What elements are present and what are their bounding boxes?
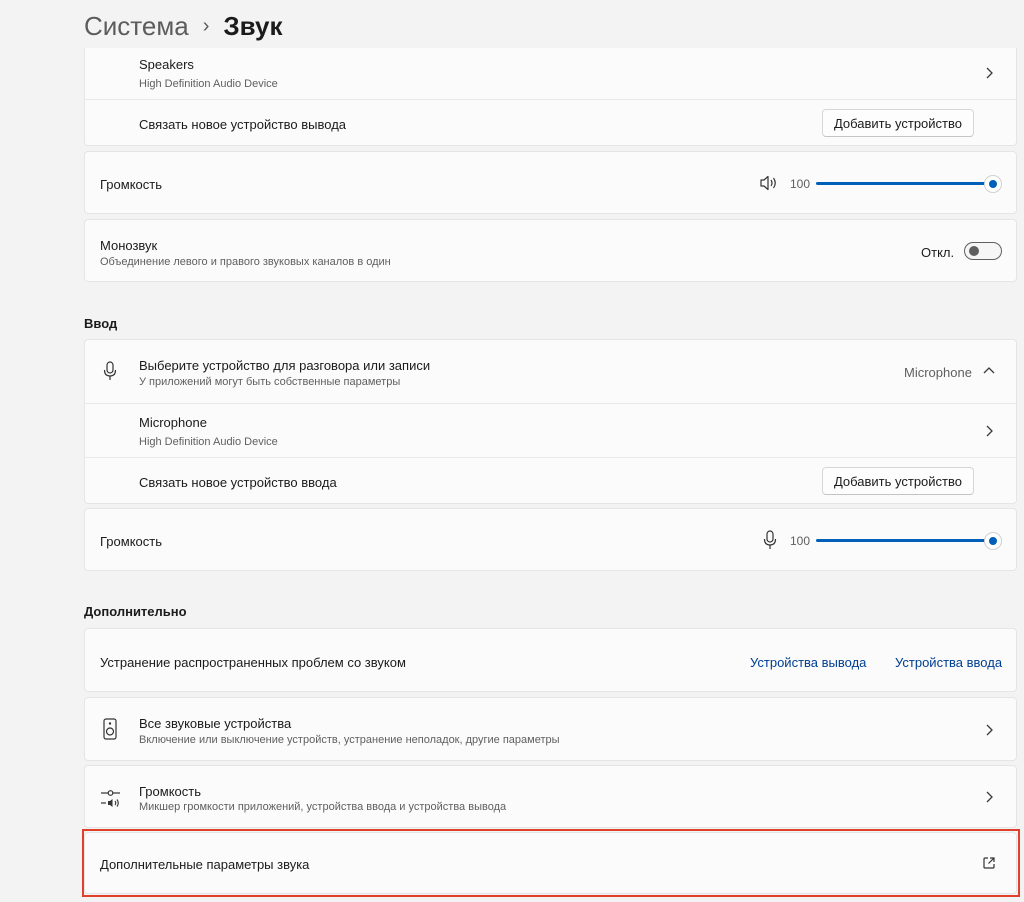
pair-input-row: Связать новое устройство ввода Добавить … (85, 457, 1016, 505)
input-section-title: Ввод (84, 316, 118, 331)
pair-output-row: Связать новое устройство вывода Добавить… (85, 99, 1016, 146)
volume-mixer-title: Громкость (139, 784, 201, 799)
output-device-speakers[interactable]: Speakers High Definition Audio Device (85, 48, 1016, 100)
pair-output-label: Связать новое устройство вывода (139, 117, 347, 132)
advanced-section-title: Дополнительно (84, 604, 187, 619)
open-external-icon (980, 854, 998, 872)
input-volume-track[interactable] (816, 539, 986, 542)
chevron-up-icon[interactable] (980, 362, 998, 380)
output-devices-link[interactable]: Устройства вывода (750, 655, 866, 670)
all-sound-devices-title: Все звуковые устройства (139, 716, 292, 731)
input-device-name: Microphone (139, 415, 207, 430)
input-volume-thumb[interactable] (984, 532, 1002, 550)
output-devices-card: Speakers High Definition Audio Device Св… (84, 48, 1017, 146)
output-volume-value: 100 (790, 177, 811, 191)
troubleshoot-card: Устранение распространенных проблем со з… (84, 628, 1017, 692)
output-device-name: Speakers (139, 57, 194, 72)
input-select-value: Microphone (904, 365, 972, 380)
chevron-right-icon (980, 788, 998, 806)
chevron-right-icon (980, 721, 998, 739)
input-volume-value: 100 (790, 534, 811, 548)
speaker-icon (759, 174, 779, 197)
input-devices-link[interactable]: Устройства ввода (895, 655, 1002, 670)
mono-audio-toggle[interactable] (964, 242, 1002, 260)
input-device-subtitle: High Definition Audio Device (139, 436, 278, 448)
chevron-right-icon (980, 422, 998, 440)
input-device-select-row[interactable]: Выберите устройство для разговора или за… (85, 340, 1016, 403)
mono-audio-subtitle: Объединение левого и правого звуковых ка… (100, 256, 391, 268)
input-select-title: Выберите устройство для разговора или за… (139, 358, 431, 373)
add-output-device-button[interactable]: Добавить устройство (821, 109, 974, 137)
input-select-subtitle: У приложений могут быть собственные пара… (139, 376, 401, 388)
more-sound-settings-label: Дополнительные параметры звука (100, 857, 310, 872)
microphone-icon (763, 530, 777, 555)
all-sound-devices-subtitle: Включение или выключение устройств, устр… (139, 734, 560, 746)
output-volume-label: Громкость (100, 177, 162, 192)
all-sound-devices-card[interactable]: Все звуковые устройства Включение или вы… (84, 697, 1017, 761)
volume-mixer-icon (100, 788, 122, 813)
troubleshoot-label: Устранение распространенных проблем со з… (100, 655, 406, 670)
output-volume-thumb[interactable] (984, 175, 1002, 193)
input-volume-label: Громкость (100, 534, 162, 549)
output-volume-card: Громкость 100 (84, 151, 1017, 214)
speaker-device-icon (103, 718, 117, 745)
chevron-right-icon (980, 64, 998, 82)
add-input-device-button[interactable]: Добавить устройство (821, 467, 974, 495)
chevron-right-icon: › (202, 14, 210, 37)
mono-audio-title: Монозвук (100, 238, 158, 253)
toggle-knob (969, 246, 979, 256)
output-volume-track[interactable] (816, 182, 986, 185)
output-device-subtitle: High Definition Audio Device (139, 78, 278, 90)
pair-input-label: Связать новое устройство ввода (139, 475, 337, 490)
volume-mixer-card[interactable]: Громкость Микшер громкости приложений, у… (84, 765, 1017, 828)
more-sound-settings-card[interactable]: Дополнительные параметры звука (84, 832, 1017, 894)
breadcrumb-parent[interactable]: Система (84, 11, 189, 42)
breadcrumb: Система › Звук (84, 8, 283, 44)
input-devices-card: Выберите устройство для разговора или за… (84, 339, 1017, 504)
page-title: Звук (223, 10, 283, 41)
input-device-microphone[interactable]: Microphone High Definition Audio Device (85, 403, 1016, 457)
microphone-icon (103, 361, 117, 386)
volume-mixer-subtitle: Микшер громкости приложений, устройства … (139, 801, 507, 813)
input-volume-card: Громкость 100 (84, 508, 1017, 571)
mono-audio-state: Откл. (921, 245, 955, 260)
mono-audio-card: Монозвук Объединение левого и правого зв… (84, 219, 1017, 282)
